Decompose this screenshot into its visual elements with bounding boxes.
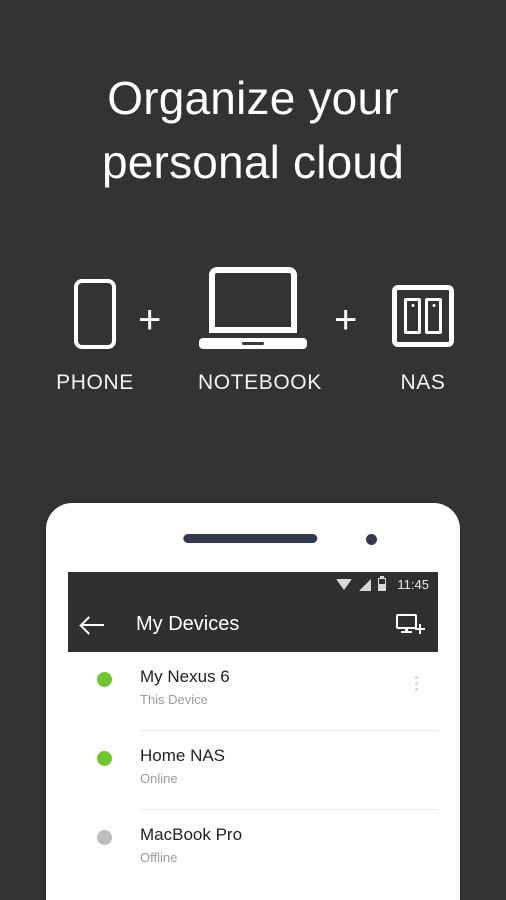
headline: Organize your personal cloud [0, 66, 506, 194]
device-status-3: Offline [140, 850, 178, 865]
status-bar: 11:45 [68, 572, 438, 597]
device-list-row-2[interactable]: Home NAS Online [68, 731, 438, 810]
add-device-icon[interactable] [396, 613, 425, 637]
wifi-icon [336, 579, 353, 590]
plus-separator-2: + [334, 298, 358, 342]
device-name-3: MacBook Pro [140, 825, 243, 844]
device-item-phone: PHONE [52, 279, 138, 395]
phone-mockup: 11:45 My Devices My Nexus 6 This Device … [46, 503, 460, 900]
device-text-2: Home NAS Online [140, 745, 394, 789]
device-label-nas: NAS [400, 371, 446, 394]
app-bar-title: My Devices [136, 613, 240, 635]
phone-icon-screen [81, 288, 109, 332]
device-item-nas: NAS [390, 285, 456, 395]
nas-icon-bay-right [425, 298, 442, 334]
device-list-row-3[interactable]: MacBook Pro Offline [68, 810, 438, 889]
device-text-3: MacBook Pro Offline [140, 824, 394, 868]
device-item-notebook: NOTEBOOK [198, 267, 322, 395]
notebook-icon-lid [209, 267, 297, 333]
device-status-1: This Device [140, 692, 208, 707]
status-dot-online [96, 672, 112, 687]
notebook-icon-notch [242, 342, 264, 345]
app-bar: My Devices [68, 597, 438, 652]
device-list-row-1[interactable]: My Nexus 6 This Device [68, 652, 438, 731]
device-list: My Nexus 6 This Device Home NAS Online M… [68, 652, 438, 889]
device-icon-row: PHONE + NOTEBOOK + NAS [0, 265, 506, 410]
phone-icon [74, 279, 116, 349]
device-label-phone: PHONE [56, 371, 134, 394]
status-dot-cell-3 [68, 824, 140, 845]
plus-separator-1: + [138, 298, 162, 342]
signal-icon [359, 578, 372, 591]
notebook-icon [199, 267, 307, 349]
phone-front-camera [366, 534, 377, 545]
status-dot-cell-2 [68, 745, 140, 766]
promo-screenshot: Organize your personal cloud PHONE + NOT… [0, 0, 506, 900]
device-name-1: My Nexus 6 [140, 667, 230, 686]
status-dot-cell-1 [68, 666, 140, 687]
headline-line-1: Organize your [107, 72, 399, 124]
phone-icon-home-button [92, 336, 98, 341]
battery-icon [378, 578, 387, 591]
nas-icon [392, 285, 454, 347]
headline-line-2: personal cloud [101, 136, 404, 188]
phone-speaker-grille [183, 534, 318, 543]
device-name-2: Home NAS [140, 746, 226, 765]
status-bar-time: 11:45 [397, 577, 429, 592]
nas-icon-bay-left [404, 298, 421, 334]
status-bar-icons: 11:45 [336, 578, 429, 591]
phone-screen: 11:45 My Devices My Nexus 6 This Device … [68, 572, 438, 900]
device-status-2: Online [140, 771, 178, 786]
overflow-menu-icon-1[interactable] [394, 666, 438, 691]
status-dot-online [96, 751, 112, 766]
device-label-notebook: NOTEBOOK [198, 371, 322, 394]
status-dot-offline [96, 830, 112, 845]
device-text-1: My Nexus 6 This Device [140, 666, 394, 710]
back-arrow-icon[interactable] [82, 615, 106, 635]
